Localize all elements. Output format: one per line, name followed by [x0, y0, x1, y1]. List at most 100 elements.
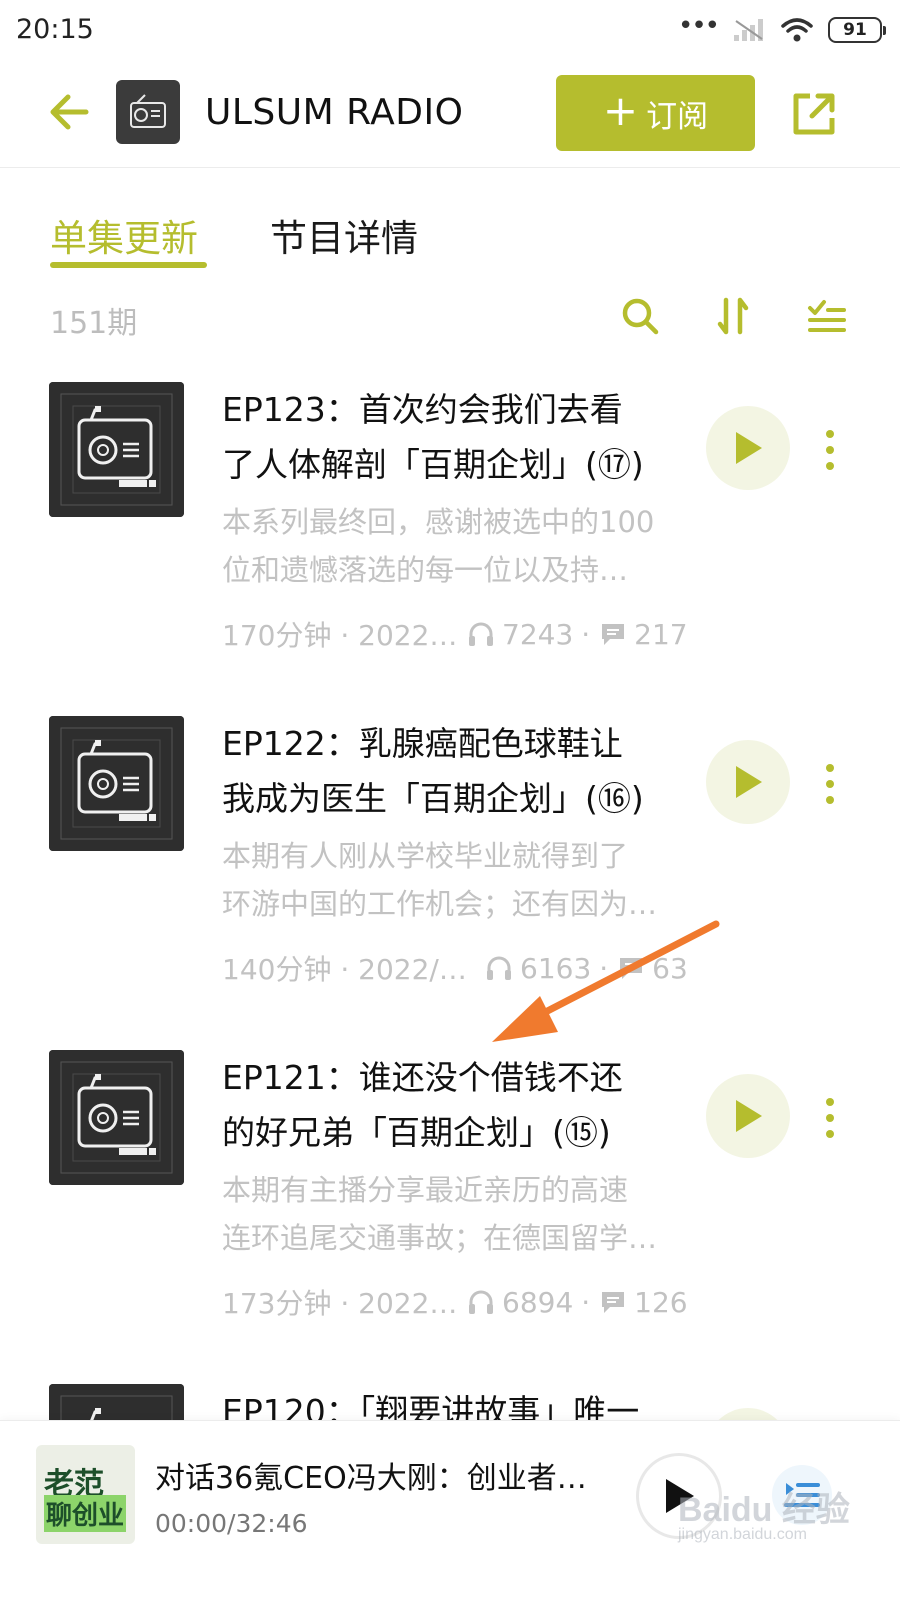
headphones-icon: [487, 956, 511, 980]
play-icon: [736, 432, 762, 464]
tab-bar: 单集更新 节目详情: [0, 200, 900, 280]
more-dots-icon: •••: [677, 11, 720, 41]
episode-meta: 170分钟 · 2022… 7243 · 217: [222, 614, 692, 654]
search-button[interactable]: [618, 294, 662, 338]
episode-description-line: 本系列最终回，感谢被选中的100: [222, 505, 655, 539]
episode-description-line: 位和遗憾落选的每一位以及持…: [222, 553, 629, 587]
episode-description-line: 环游中国的工作机会；还有因为…: [222, 887, 658, 921]
radio-icon: [49, 716, 184, 851]
episode-cover: [49, 716, 184, 851]
headphones-icon: [469, 622, 493, 646]
episode-description: 本期有人刚从学校毕业就得到了 环游中国的工作机会；还有因为…: [222, 832, 682, 928]
mini-player-cover: 老范 聊创业: [36, 1445, 135, 1544]
episode-title-line: EP121：谁还没个借钱不还: [222, 1058, 623, 1097]
more-options-button[interactable]: [814, 1094, 846, 1142]
episode-description-line: 本期有主播分享最近亲历的高速: [222, 1173, 629, 1207]
comment-icon: [602, 624, 625, 645]
episode-title: EP121：谁还没个借钱不还 的好兄弟「百期企划」(⑮): [222, 1050, 692, 1160]
episode-description: 本期有主播分享最近亲历的高速 连环追尾交通事故；在德国留学…: [222, 1166, 682, 1262]
episode-meta: 173分钟 · 2022… 6894 · 126: [222, 1282, 692, 1322]
playlist-button[interactable]: [772, 1465, 832, 1525]
battery-icon: 91: [828, 17, 886, 43]
subscribe-button[interactable]: + 订阅: [556, 75, 755, 151]
mini-player-play-button[interactable]: [636, 1453, 722, 1539]
back-button[interactable]: [44, 86, 96, 138]
episode-count: 151期: [50, 306, 138, 341]
wifi-icon: [781, 18, 813, 42]
episode-cover: [49, 1050, 184, 1185]
episode-title-line: 我成为医生「百期企划」(⑯): [222, 779, 644, 818]
play-button[interactable]: [706, 1408, 790, 1420]
episode-description: 本系列最终回，感谢被选中的100 位和遗憾落选的每一位以及持…: [222, 498, 682, 594]
episode-title-line: EP120：「翔要讲故事」唯一: [222, 1392, 640, 1420]
page-title: ULSUM RADIO: [205, 92, 464, 133]
episode-duration-date: 170分钟 · 2022…: [222, 619, 458, 652]
subscribe-label: 订阅: [646, 98, 709, 135]
radio-icon: [49, 382, 184, 517]
episode-title-line: EP122：乳腺癌配色球鞋让: [222, 724, 623, 763]
comment-icon: [620, 958, 643, 979]
headphones-icon: [469, 1290, 493, 1314]
mini-player[interactable]: 老范 聊创业 对话36氪CEO冯大刚：创业者… 00:00/32:46: [0, 1420, 900, 1600]
playlist-icon: [784, 1483, 820, 1507]
play-icon: [736, 1100, 762, 1132]
episode-title-line: 的好兄弟「百期企划」(⑮): [222, 1113, 611, 1152]
more-vertical-icon: [826, 430, 834, 470]
share-icon: [793, 93, 835, 135]
meta-separator: ·: [581, 617, 591, 651]
play-button[interactable]: [706, 1074, 790, 1158]
filter-list-icon: [808, 300, 846, 332]
play-button[interactable]: [706, 740, 790, 824]
tab-active-indicator: [50, 262, 207, 268]
tab-program-details[interactable]: 节目详情: [270, 208, 418, 262]
radio-icon: [49, 1384, 184, 1420]
signal-icon: [734, 19, 763, 41]
status-icons: ••• 91: [677, 11, 886, 46]
play-icon: [666, 1479, 694, 1513]
episode-duration-date: 173分钟 · 2022…: [222, 1287, 458, 1320]
episode-play-count: 6163: [520, 951, 592, 985]
episode-item[interactable]: EP123：首次约会我们去看 了人体解剖「百期企划」(⑰) 本系列最终回，感谢被…: [0, 382, 900, 716]
list-toolbar: 151期: [0, 290, 900, 346]
meta-separator: ·: [599, 951, 609, 985]
episode-description-line: 连环追尾交通事故；在德国留学…: [222, 1221, 658, 1255]
episode-duration-date: 140分钟 · 2022/…: [222, 953, 467, 986]
tab-episodes[interactable]: 单集更新: [50, 208, 198, 262]
episode-item[interactable]: EP121：谁还没个借钱不还 的好兄弟「百期企划」(⑮) 本期有主播分享最近亲历…: [0, 1050, 900, 1384]
radio-icon: [130, 94, 166, 128]
mini-player-title: 对话36氪CEO冯大刚：创业者…: [155, 1461, 587, 1496]
share-button[interactable]: [788, 88, 840, 140]
sort-icon: [717, 297, 749, 335]
episode-title: EP122：乳腺癌配色球鞋让 我成为医生「百期企划」(⑯): [222, 716, 692, 826]
episode-cover: [49, 382, 184, 517]
episode-title-line: 了人体解剖「百期企划」(⑰): [222, 445, 644, 484]
filter-button[interactable]: [804, 294, 848, 338]
more-options-button[interactable]: [814, 426, 846, 474]
episode-play-count: 7243: [502, 617, 574, 651]
search-icon: [622, 298, 659, 335]
sort-button[interactable]: [712, 294, 756, 338]
cover-title-line2: 聊创业: [44, 1495, 127, 1532]
episode-title: EP120：「翔要讲故事」唯一: [222, 1384, 692, 1420]
more-vertical-icon: [826, 1098, 834, 1138]
battery-level: 91: [843, 20, 867, 40]
app-header: ULSUM RADIO + 订阅: [0, 62, 900, 168]
episode-comment-count: 63: [652, 951, 688, 985]
more-options-button[interactable]: [814, 760, 846, 808]
status-time: 20:15: [16, 14, 94, 45]
episode-item[interactable]: EP120：「翔要讲故事」唯一: [0, 1384, 900, 1420]
episode-comment-count: 126: [634, 1285, 688, 1319]
episode-meta: 140分钟 · 2022/… 6163 · 63: [222, 948, 692, 988]
episode-play-count: 6894: [502, 1285, 574, 1319]
play-button[interactable]: [706, 406, 790, 490]
episode-description-line: 本期有人刚从学校毕业就得到了: [222, 839, 629, 873]
play-icon: [736, 766, 762, 798]
podcast-thumbnail: [116, 80, 180, 144]
back-arrow-icon: [50, 94, 89, 130]
status-bar: 20:15 ••• 91: [0, 0, 900, 62]
episode-comment-count: 217: [634, 617, 688, 651]
meta-separator: ·: [581, 1285, 591, 1319]
episode-item[interactable]: EP122：乳腺癌配色球鞋让 我成为医生「百期企划」(⑯) 本期有人刚从学校毕业…: [0, 716, 900, 1050]
more-vertical-icon: [826, 764, 834, 804]
episode-title-line: EP123：首次约会我们去看: [222, 390, 623, 429]
